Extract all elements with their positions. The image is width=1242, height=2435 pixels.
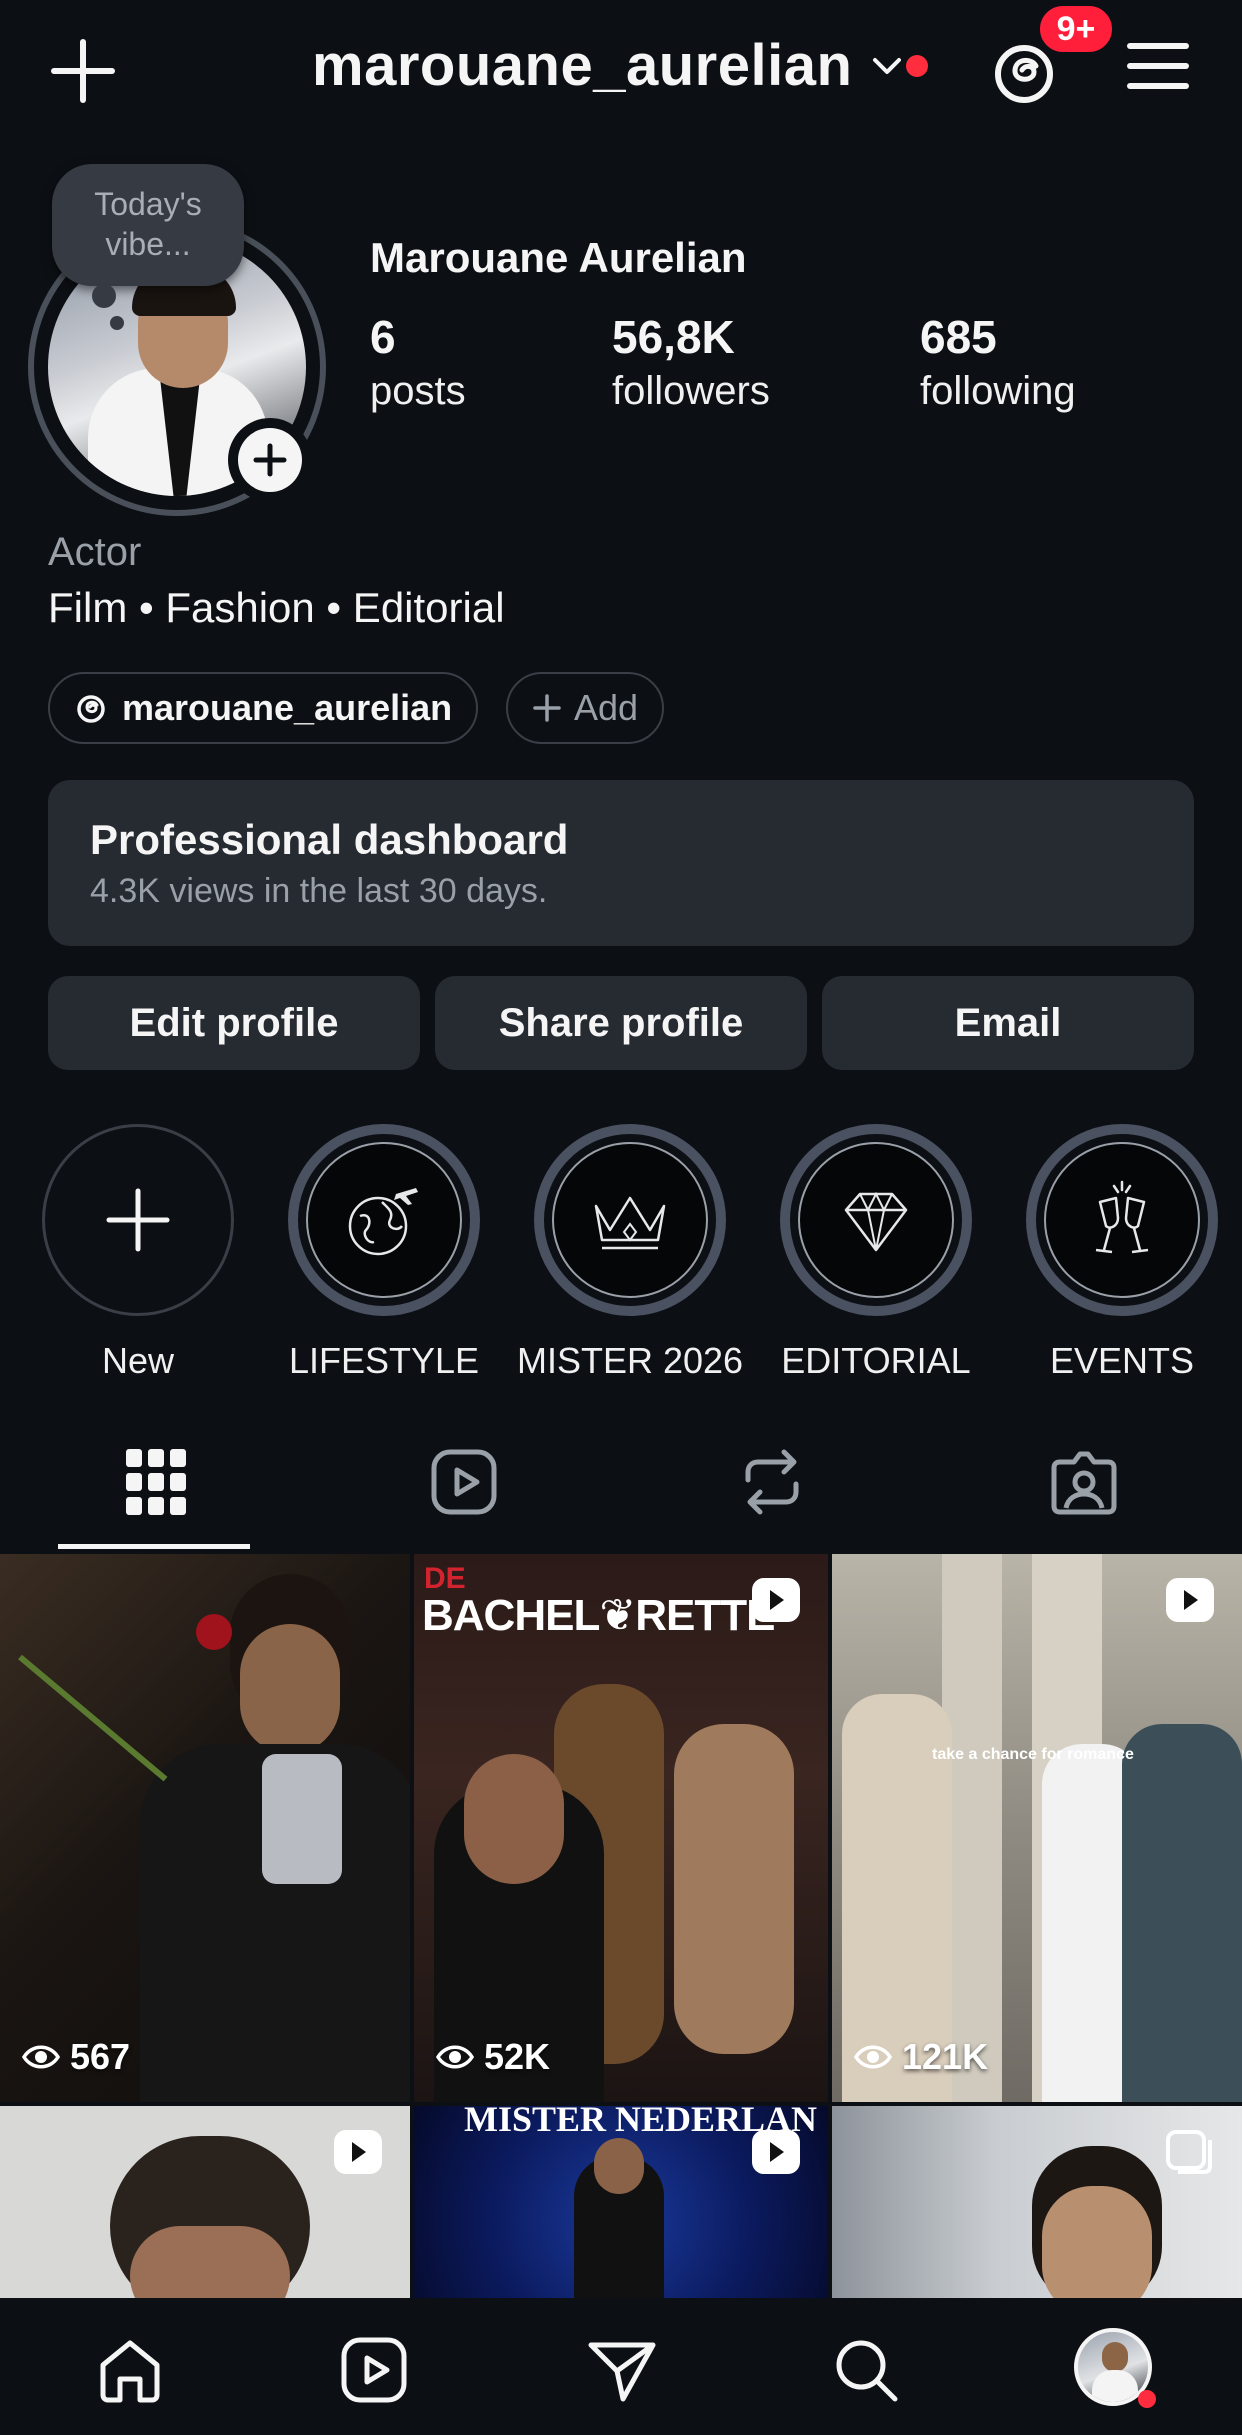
diamond-icon [844, 1191, 908, 1252]
home-icon [100, 2340, 160, 2403]
posts-count: 6 [370, 311, 396, 363]
overlay-title-text: BACHEL❦RETTE [422, 1591, 775, 1640]
highlight-label: New [101, 1340, 175, 1381]
threads-handle: marouane_aurelian [122, 687, 453, 728]
note-text: Today's vibe... [94, 186, 202, 262]
tab-reels[interactable] [424, 1442, 504, 1522]
dashboard-title: Professional dashboard [90, 816, 569, 863]
reel-icon [334, 2130, 382, 2174]
reels-icon [431, 1449, 497, 1515]
threads-link-pill[interactable]: marouane_aurelian [48, 672, 479, 744]
eye-icon [436, 2045, 474, 2069]
share-profile-button[interactable]: Share profile [435, 976, 807, 1070]
note-tail-small [110, 316, 124, 330]
post-thumbnail[interactable] [832, 2106, 1242, 2298]
following-stat[interactable]: 685 following [920, 310, 1076, 418]
highlight-lifestyle[interactable]: LIFESTYLE [284, 1124, 484, 1382]
reposts-icon [745, 1449, 799, 1515]
create-plus-icon[interactable] [50, 38, 116, 104]
tab-posts-grid[interactable] [116, 1442, 196, 1522]
highlight-label: EVENTS [1049, 1340, 1195, 1381]
nav-reels[interactable] [336, 2332, 412, 2408]
champagne-icon [1095, 1180, 1149, 1254]
eye-icon [22, 2045, 60, 2069]
bio-text: Film • Fashion • Editorial [48, 584, 505, 631]
search-icon [836, 2340, 898, 2402]
account-status-dot [906, 55, 928, 77]
post-thumbnail[interactable]: MISTER NEDERLAN [414, 2106, 828, 2298]
globe-plane-icon [348, 1188, 418, 1256]
dashboard-subtitle: 4.3K views in the last 30 days. [90, 872, 548, 910]
email-button[interactable]: Email [822, 976, 1194, 1070]
top-bar: marouane_aurelian 9+ [0, 0, 1242, 140]
add-label: Add [574, 687, 639, 728]
nav-home[interactable] [92, 2332, 168, 2408]
following-count: 685 [920, 311, 997, 363]
posts-stat[interactable]: 6 posts [370, 310, 466, 418]
eye-icon [854, 2045, 892, 2069]
profile-category: Actor [48, 530, 142, 574]
plus-icon [106, 1188, 170, 1252]
display-name: Marouane Aurelian [370, 234, 747, 281]
tab-reposts[interactable] [732, 1442, 812, 1522]
highlight-mister[interactable]: MISTER 2026 [517, 1124, 743, 1382]
following-label: following [920, 369, 1076, 413]
highlight-label: MISTER 2026 [516, 1340, 744, 1381]
account-switcher[interactable]: marouane_aurelian [312, 32, 904, 99]
add-story-button[interactable] [228, 418, 312, 502]
tagged-icon [1051, 1451, 1117, 1515]
post-thumbnail[interactable] [0, 2106, 410, 2298]
add-link-pill[interactable]: Add [506, 672, 665, 744]
plus-icon [253, 443, 287, 477]
highlight-editorial[interactable]: EDITORIAL [776, 1124, 976, 1382]
note-tail [92, 284, 116, 308]
view-count: 121K [854, 2036, 988, 2078]
plus-icon [533, 694, 561, 722]
post-thumbnail[interactable]: take a chance for romance 121K [832, 1554, 1242, 2102]
view-count: 567 [22, 2036, 130, 2078]
new-highlight-circle [42, 1124, 234, 1316]
profile-notification-dot [1138, 2390, 1156, 2408]
overlay-caption-text: take a chance for romance [932, 1746, 1134, 1763]
reel-icon [752, 1578, 800, 1622]
threads-small-icon [77, 695, 105, 723]
posts-label: posts [370, 369, 466, 413]
followers-count: 56,8K [612, 311, 735, 363]
highlight-label: EDITORIAL [781, 1340, 971, 1381]
chevron-down-icon [873, 57, 902, 74]
reel-icon [752, 2130, 800, 2174]
highlight-new[interactable]: New [38, 1124, 238, 1382]
post-thumbnail[interactable]: DE BACHEL❦RETTE 52K [414, 1554, 828, 2102]
professional-dashboard[interactable]: Professional dashboard 4.3K views in the… [48, 780, 1194, 946]
highlight-label: LIFESTYLE [288, 1340, 480, 1381]
nav-messages[interactable] [584, 2332, 660, 2408]
username-title: marouane_aurelian [312, 33, 853, 98]
hamburger-menu-icon[interactable] [1126, 38, 1190, 94]
followers-stat[interactable]: 56,8K followers [612, 310, 770, 418]
send-icon [588, 2342, 656, 2402]
grid-icon [126, 1449, 186, 1515]
highlight-events[interactable]: EVENTS [1022, 1124, 1222, 1382]
crown-icon [594, 1196, 666, 1250]
carousel-icon [1166, 2130, 1212, 2174]
reels-icon [341, 2337, 407, 2403]
notification-badge: 9+ [1036, 2, 1116, 56]
edit-profile-button[interactable]: Edit profile [48, 976, 420, 1070]
view-count: 52K [436, 2036, 550, 2078]
nav-search[interactable] [828, 2332, 904, 2408]
bottom-navigation [0, 2298, 1242, 2435]
note-bubble[interactable]: Today's vibe... [52, 164, 244, 286]
post-thumbnail[interactable]: 567 [0, 1554, 410, 2102]
followers-label: followers [612, 369, 770, 413]
reel-icon [1166, 1578, 1214, 1622]
tab-tagged[interactable] [1044, 1442, 1124, 1522]
active-tab-indicator [58, 1544, 250, 1549]
